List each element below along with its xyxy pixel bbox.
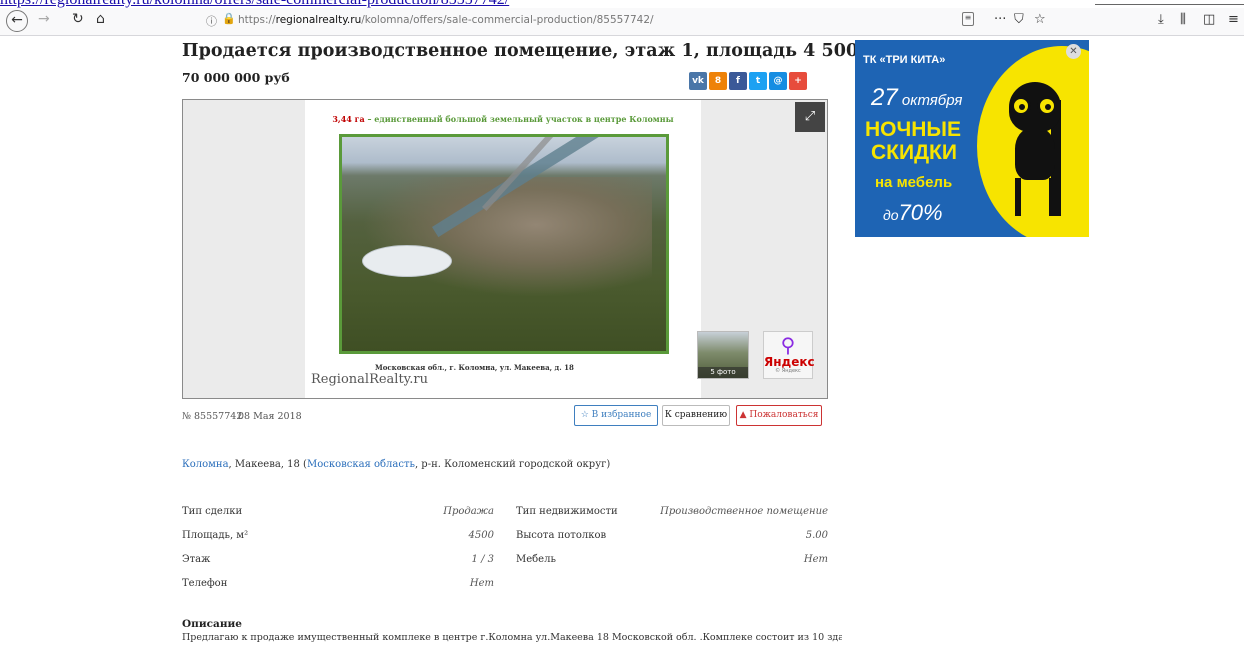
map-pin-icon: ⚲ bbox=[780, 333, 796, 357]
property-value: Нет bbox=[469, 578, 494, 589]
property-row: Тип сделки Продажа bbox=[182, 506, 494, 522]
property-label: Тип недвижимости bbox=[516, 506, 618, 517]
ad-banner[interactable]: ТК «ТРИ КИТА» 27 октября НОЧНЫЕ СКИДКИ н… bbox=[855, 40, 1089, 237]
property-row: Мебель Нет bbox=[516, 554, 828, 570]
property-label: Площадь, м² bbox=[182, 530, 249, 541]
aerial-photo bbox=[339, 134, 669, 354]
menu-icon[interactable]: ≡ bbox=[1228, 12, 1239, 27]
property-label: Тип сделки bbox=[182, 506, 243, 517]
listing-date: 08 Мая 2018 bbox=[238, 411, 302, 422]
top-link[interactable]: https://regionalrealty.ru/kolomna/offers… bbox=[0, 0, 1030, 8]
property-label: Высота потолков bbox=[516, 530, 607, 541]
property-label: Телефон bbox=[182, 578, 228, 589]
region-link[interactable]: Московская область bbox=[307, 459, 415, 470]
photo-headline: 3,44 га – единственный большой земельный… bbox=[332, 114, 674, 124]
property-value: Продажа bbox=[443, 506, 494, 517]
report-button[interactable]: ▲ Пожаловаться bbox=[736, 405, 822, 426]
property-label: Этаж bbox=[182, 554, 211, 565]
property-value: Производственное помещение bbox=[660, 506, 828, 517]
ad-brand: ТК «ТРИ КИТА» bbox=[863, 54, 946, 66]
property-row: Площадь, м² 4500 bbox=[182, 530, 494, 546]
expand-icon[interactable]: ⤢ bbox=[795, 102, 825, 132]
map-brand: Яндекс bbox=[764, 355, 815, 369]
description-text: Предлагаю к продаже имущественный компле… bbox=[182, 632, 842, 643]
share-vk-button[interactable]: vk bbox=[689, 72, 707, 90]
photo-thumbnail[interactable]: 5 фото bbox=[697, 331, 749, 379]
property-row: Высота потолков 5.00 bbox=[516, 530, 828, 546]
library-icon[interactable]: ⫼ bbox=[1180, 12, 1186, 27]
back-icon[interactable]: ← bbox=[6, 10, 28, 32]
yandex-map-button[interactable]: ⚲ Яндекс © Яндекс bbox=[763, 331, 815, 379]
ad-date: 27 октября bbox=[871, 84, 963, 111]
photo-gallery[interactable]: 3,44 га – единственный большой земельный… bbox=[182, 99, 828, 399]
city-link[interactable]: Коломна bbox=[182, 459, 229, 470]
ad-line-4: до70% bbox=[883, 200, 943, 225]
url-bar[interactable]: ⓘ 🔒 https://regionalrealty.ru/kolomna/of… bbox=[200, 10, 980, 33]
home-icon[interactable]: ⌂ bbox=[96, 11, 105, 27]
ad-line-2: СКИДКИ bbox=[871, 141, 957, 164]
share-plus-button[interactable]: + bbox=[789, 72, 807, 90]
property-value: 4500 bbox=[468, 530, 494, 541]
photo-address: Московская обл., г. Коломна, ул. Макеева… bbox=[375, 363, 574, 372]
forward-icon[interactable]: → bbox=[38, 11, 50, 27]
share-twitter-button[interactable]: t bbox=[749, 72, 767, 90]
ad-line-1: НОЧНЫЕ bbox=[865, 118, 961, 141]
sidebar-icon[interactable]: ◫ bbox=[1203, 12, 1215, 27]
ad-line-3: на мебель bbox=[875, 174, 953, 191]
photo-count: 5 фото bbox=[698, 367, 748, 378]
pocket-icon[interactable]: ⛉ bbox=[1014, 12, 1024, 27]
close-icon[interactable]: ✕ bbox=[1066, 44, 1081, 59]
info-icon[interactable]: ⓘ bbox=[206, 13, 217, 29]
photo-watermark: RegionalRealty.ru bbox=[311, 372, 429, 387]
main-photo[interactable]: 3,44 га – единственный большой земельный… bbox=[305, 100, 701, 398]
property-label: Мебель bbox=[516, 554, 556, 565]
reader-icon[interactable]: ≡ bbox=[962, 12, 974, 26]
compare-button[interactable]: К сравнению bbox=[662, 405, 730, 426]
property-row: Тип недвижимости Производственное помещен… bbox=[516, 506, 828, 522]
owl-icon bbox=[1005, 66, 1065, 216]
reload-icon[interactable]: ↻ bbox=[72, 11, 84, 27]
share-mail-button[interactable]: @ bbox=[769, 72, 787, 90]
property-row: Телефон Нет bbox=[182, 578, 494, 594]
browser-toolbar: ← → ↻ ⌂ ⓘ 🔒 https://regionalrealty.ru/ko… bbox=[0, 8, 1244, 36]
star-icon[interactable]: ☆ bbox=[1034, 12, 1046, 27]
price: 70 000 000 руб bbox=[182, 70, 290, 85]
url-text[interactable]: https://regionalrealty.ru/kolomna/offers… bbox=[238, 14, 654, 26]
property-value: Нет bbox=[803, 554, 828, 565]
listing-id: № 85557742 bbox=[182, 411, 243, 422]
add-favorite-button[interactable]: ☆ В избранное bbox=[574, 405, 658, 426]
property-row: Этаж 1 / 3 bbox=[182, 554, 494, 570]
lock-icon[interactable]: 🔒 bbox=[222, 12, 236, 25]
description-title: Описание bbox=[182, 618, 242, 630]
top-rule bbox=[1095, 4, 1244, 5]
listing-address: Коломна, Макеева, 18 (Московская область… bbox=[182, 459, 611, 470]
share-ok-button[interactable]: 8 bbox=[709, 72, 727, 90]
download-icon[interactable]: ⤓ bbox=[1158, 12, 1164, 27]
property-value: 5.00 bbox=[805, 530, 828, 541]
more-icon[interactable]: ··· bbox=[994, 12, 1006, 27]
property-value: 1 / 3 bbox=[471, 554, 494, 565]
share-facebook-button[interactable]: f bbox=[729, 72, 747, 90]
